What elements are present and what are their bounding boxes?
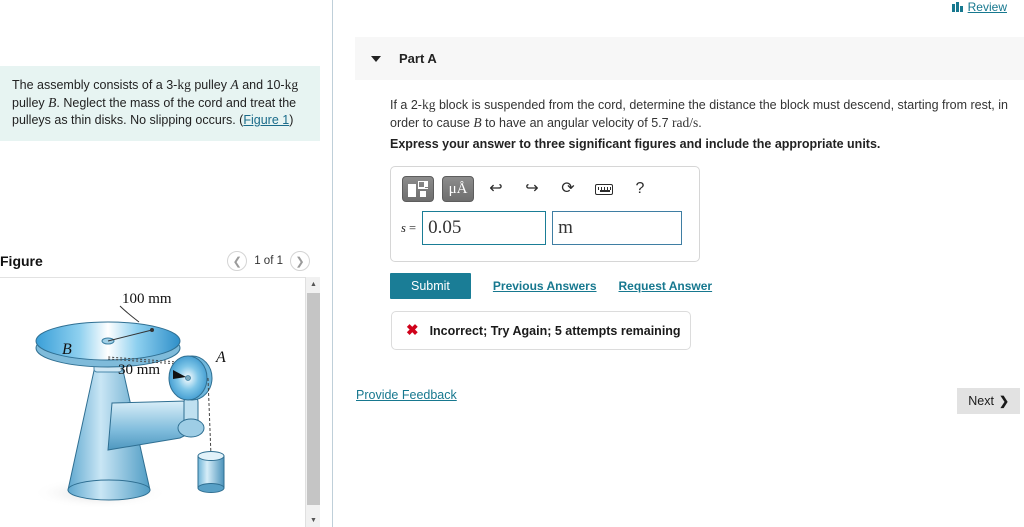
answer-actions: Submit Previous Answers Request Answer (390, 273, 712, 299)
next-button-label: Next (968, 394, 994, 408)
incorrect-alert: ✖ Incorrect; Try Again; 5 attempts remai… (391, 311, 691, 350)
answer-widget: μÅ ↩ ↪ ⟳ ? s = (390, 166, 700, 262)
label-pulley-a: A (215, 349, 226, 366)
template-icon (408, 180, 428, 198)
variable-a: A (230, 77, 239, 92)
caret-down-icon[interactable] (371, 55, 381, 62)
figure-next-button[interactable]: ❯ (290, 251, 310, 271)
micro-angstrom-icon: μÅ (448, 180, 468, 197)
problem-text-1: The assembly consists of a 3- (12, 78, 178, 92)
question-unit-kg: kg (421, 97, 436, 112)
units-button[interactable]: μÅ (442, 176, 474, 202)
dim-100mm-label: 100 mm (122, 291, 172, 307)
redo-icon[interactable]: ↪ (518, 181, 546, 197)
problem-text-2: pulley (190, 78, 231, 92)
pulley-assembly-figure: 100 mm B A 30 mm (32, 291, 226, 509)
submit-button[interactable]: Submit (390, 273, 471, 299)
template-button[interactable] (402, 176, 434, 202)
question-unit-rads: rad/s (672, 115, 699, 130)
problem-statement: The assembly consists of a 3-kg pulley A… (0, 66, 320, 141)
right-panel: Review Part A If a 2-kg block is suspend… (334, 0, 1024, 527)
x-mark-icon: ✖ (406, 322, 419, 339)
reset-icon[interactable]: ⟳ (554, 181, 582, 197)
mastering-physics-page: The assembly consists of a 3-kg pulley A… (0, 0, 1024, 527)
figure-pager: ❮ 1 of 1 ❯ (227, 251, 320, 271)
answer-units-input[interactable] (552, 211, 683, 245)
next-button[interactable]: Next ❯ (957, 388, 1020, 414)
answer-toolbar: μÅ ↩ ↪ ⟳ ? (391, 167, 699, 211)
problem-text-4: pulley (12, 96, 49, 110)
keyboard-icon[interactable] (590, 183, 618, 195)
question-variable-b: B (473, 115, 482, 130)
review-row: Review (951, 0, 1007, 14)
scrollbar-down-arrow[interactable]: ▼ (306, 513, 321, 527)
figure-prev-button[interactable]: ❮ (227, 251, 248, 271)
left-panel: The assembly consists of a 3-kg pulley A… (0, 0, 333, 527)
figure-1-link[interactable]: Figure 1 (243, 113, 289, 127)
answer-instruction: Express your answer to three significant… (390, 137, 881, 151)
unit-kg-2: kg (284, 77, 299, 92)
question-text-1: If a 2- (390, 98, 422, 112)
scrollbar-thumb[interactable] (307, 293, 320, 505)
dim-30mm-label: 30 mm (118, 362, 160, 378)
review-link[interactable]: Review (968, 0, 1007, 14)
provide-feedback-link[interactable]: Provide Feedback (356, 388, 457, 402)
problem-text-3: and 10- (238, 78, 285, 92)
problem-text-6: ) (289, 113, 294, 127)
variable-s: s (401, 220, 406, 235)
unit-kg-1: kg (177, 77, 191, 92)
equals-sign: = (409, 220, 417, 235)
scrollbar-up-arrow[interactable]: ▲ (306, 277, 321, 291)
figure-header: Figure ❮ 1 of 1 ❯ (0, 246, 320, 276)
part-a-title: Part A (399, 51, 437, 66)
figure-scrollbar[interactable]: ▲ ▼ (305, 277, 320, 527)
figure-image-area: 100 mm B A 30 mm (0, 277, 305, 527)
label-pulley-b: B (62, 341, 72, 358)
incorrect-alert-text: Incorrect; Try Again; 5 attempts remaini… (429, 323, 681, 338)
help-icon[interactable]: ? (626, 181, 654, 197)
figure-title: Figure (0, 253, 43, 269)
chevron-right-icon: ❯ (998, 394, 1009, 408)
part-a-header[interactable]: Part A (355, 37, 1024, 80)
undo-icon[interactable]: ↩ (482, 181, 510, 197)
bar-chart-icon (951, 2, 963, 12)
answer-input-row: s = (391, 211, 699, 245)
request-answer-link[interactable]: Request Answer (619, 279, 713, 293)
question-text-3: to have an angular velocity of 5.7 (481, 116, 673, 130)
question-text-4: . (698, 116, 702, 130)
question-prompt: If a 2-kg block is suspended from the co… (390, 96, 1010, 132)
figure-page-label: 1 of 1 (254, 255, 283, 267)
answer-value-input[interactable] (422, 211, 547, 245)
answer-variable-label: s = (401, 221, 416, 236)
previous-answers-link[interactable]: Previous Answers (493, 279, 597, 293)
